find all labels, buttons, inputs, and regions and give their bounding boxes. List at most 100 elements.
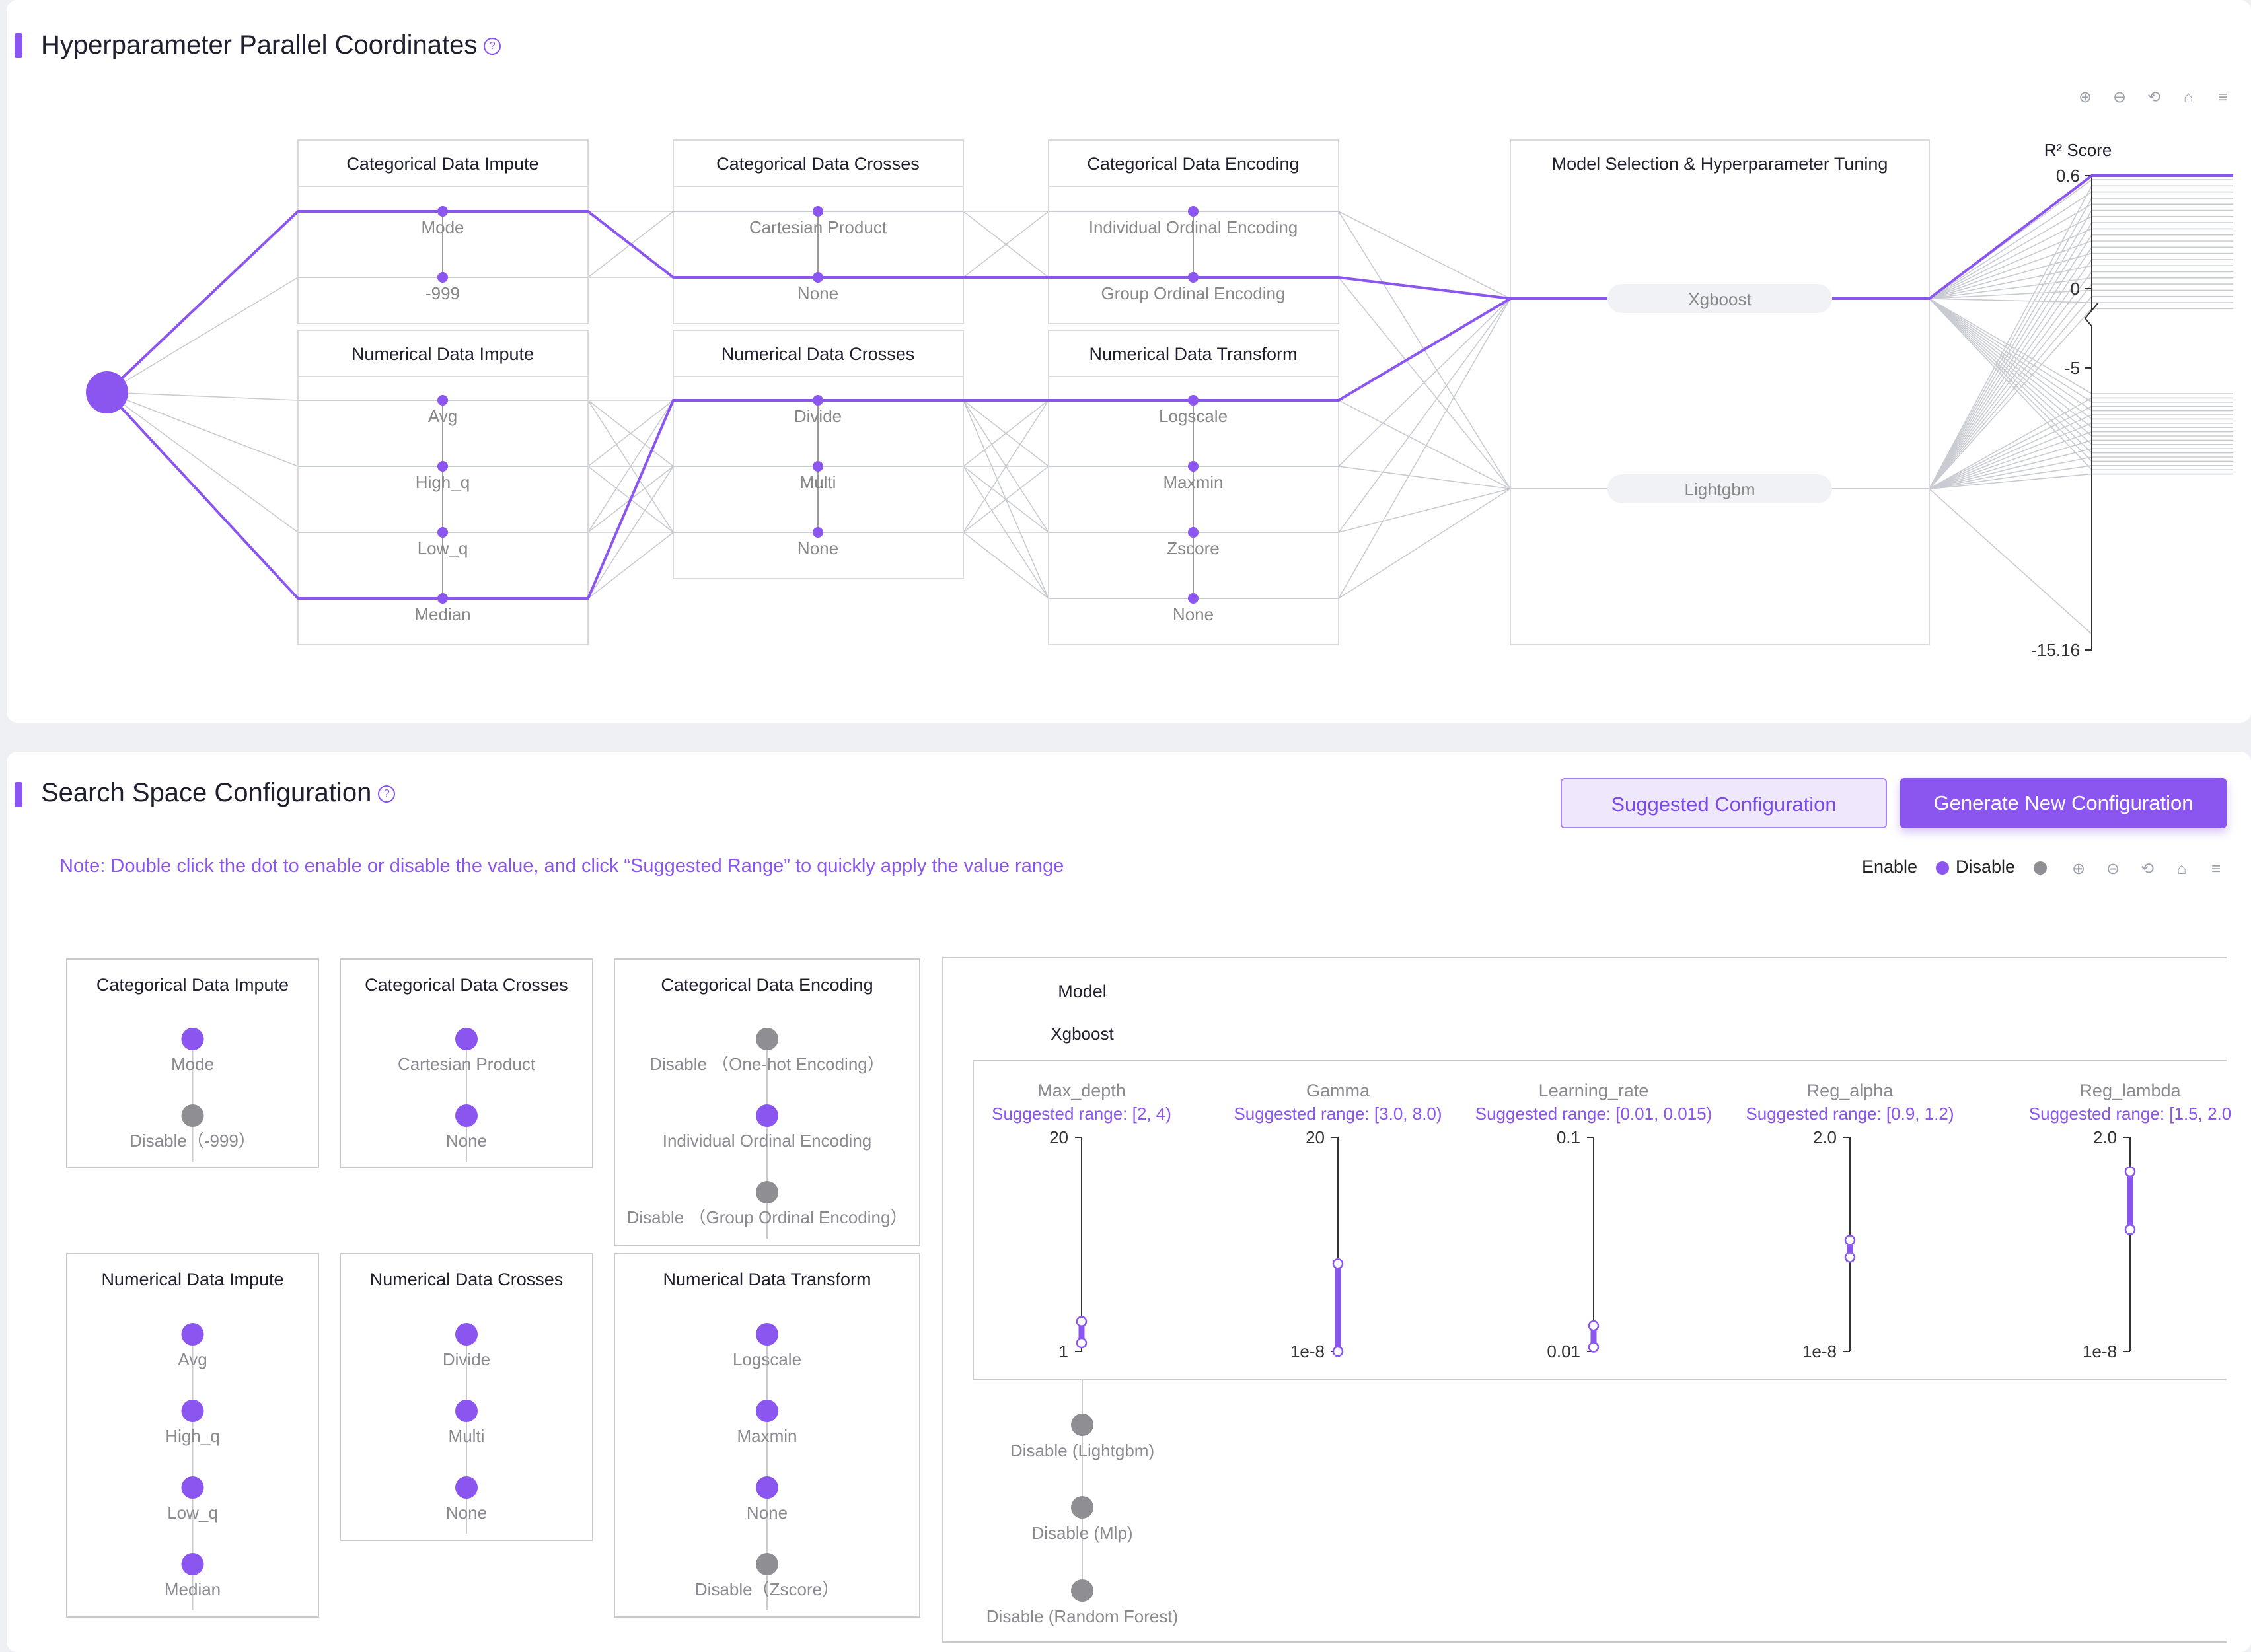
axis-value-label: Logscale xyxy=(1159,406,1228,426)
axis-value-dot[interactable] xyxy=(1188,395,1199,406)
enabled-value-dot[interactable] xyxy=(181,1553,204,1575)
disabled-model-label: Disable (Mlp) xyxy=(1031,1523,1132,1543)
score-line xyxy=(1929,216,2092,299)
config-box: Numerical Data Impute Avg High_q Low_q Media… xyxy=(66,1253,319,1618)
axis-value-dot[interactable] xyxy=(813,461,823,472)
score-axis-title: R² Score xyxy=(2044,140,2112,160)
connection-line xyxy=(1338,466,1511,489)
zoom-in-icon[interactable]: ⊕ xyxy=(2069,860,2088,879)
config-value-label: None xyxy=(446,1131,487,1151)
axis-title: Numerical Data Impute xyxy=(351,344,534,364)
enabled-value-dot[interactable] xyxy=(455,1028,478,1050)
start-node[interactable] xyxy=(86,371,128,413)
axis-value-dot[interactable] xyxy=(813,206,823,217)
connection-line xyxy=(1338,488,1511,533)
axis-value-dot[interactable] xyxy=(813,527,823,538)
axis-value-dot[interactable] xyxy=(437,593,448,604)
enable-dot-icon xyxy=(1935,861,1949,875)
score-line xyxy=(1929,488,2092,635)
enabled-value-dot[interactable] xyxy=(756,1476,778,1499)
menu-icon[interactable]: ≡ xyxy=(2207,860,2225,879)
axis-value-dot[interactable] xyxy=(437,272,448,283)
enabled-value-dot[interactable] xyxy=(455,1323,478,1346)
config-value-label: High_q xyxy=(165,1426,219,1446)
enabled-value-dot[interactable] xyxy=(181,1476,204,1499)
config-box-title: Numerical Data Crosses xyxy=(370,1270,564,1289)
suggested-configuration-button[interactable]: Suggested Configuration xyxy=(1561,778,1887,828)
enabled-value-dot[interactable] xyxy=(181,1028,204,1050)
zoom-out-icon[interactable]: ⊖ xyxy=(2104,860,2122,879)
axis-title: Model Selection & Hyperparameter Tuning xyxy=(1552,154,1888,174)
restore-icon[interactable]: ⟲ xyxy=(2138,860,2157,879)
axis-value-dot[interactable] xyxy=(1188,527,1199,538)
enabled-value-dot[interactable] xyxy=(455,1476,478,1499)
range-handle-bottom[interactable] xyxy=(1588,1342,1600,1353)
legend-enable: Enable xyxy=(1862,857,1949,877)
help-icon[interactable]: ? xyxy=(378,785,396,803)
score-tick-label: 0 xyxy=(2071,279,2080,299)
config-value-label: Individual Ordinal Encoding xyxy=(663,1131,872,1151)
axis-value-label: -999 xyxy=(425,283,460,303)
param-min-label: 1e-8 xyxy=(2083,1342,2117,1361)
axis-value-label: Individual Ordinal Encoding xyxy=(1089,217,1298,237)
config-value-label: Disable（-999） xyxy=(129,1131,256,1151)
model-title: Model xyxy=(1058,982,1107,1001)
param-axis: Max_depth Suggested range: [2, 4) 20 1 xyxy=(992,1081,1171,1361)
enabled-value-dot[interactable] xyxy=(455,1400,478,1422)
axis-value-dot[interactable] xyxy=(813,272,823,283)
param-axis: Gamma Suggested range: [3.0, 8.0) 20 1e-8 xyxy=(1234,1081,1442,1361)
enabled-value-dot[interactable] xyxy=(756,1323,778,1346)
axis-value-dot[interactable] xyxy=(1188,461,1199,472)
axis-value-dot[interactable] xyxy=(813,395,823,406)
axis-value-dot[interactable] xyxy=(437,461,448,472)
axis-value-dot[interactable] xyxy=(1188,593,1199,604)
param-max-label: 2.0 xyxy=(2093,1128,2117,1147)
enabled-value-dot[interactable] xyxy=(181,1400,204,1422)
enabled-value-dot[interactable] xyxy=(455,1104,478,1127)
axis-value-dot[interactable] xyxy=(1188,206,1199,217)
disabled-value-dot[interactable] xyxy=(756,1028,778,1050)
connection-line xyxy=(1338,400,1511,489)
disabled-value-dot[interactable] xyxy=(756,1181,778,1203)
range-handle-bottom[interactable] xyxy=(1076,1337,1088,1349)
axis-value-label: Median xyxy=(414,604,470,624)
enabled-value-dot[interactable] xyxy=(181,1323,204,1346)
range-handle-bottom[interactable] xyxy=(1332,1346,1344,1357)
config-box-title: Categorical Data Impute xyxy=(96,975,289,995)
range-handle-top[interactable] xyxy=(2124,1166,2136,1178)
config-value-label: Maxmin xyxy=(737,1426,797,1446)
axis-value-dot[interactable] xyxy=(437,527,448,538)
axis-value-dot[interactable] xyxy=(437,395,448,406)
range-handle-bottom[interactable] xyxy=(2124,1224,2136,1235)
score-tick-label: -5 xyxy=(2065,358,2080,378)
enabled-value-dot[interactable] xyxy=(756,1104,778,1127)
range-handle-top[interactable] xyxy=(1332,1258,1344,1270)
disabled-model-dot[interactable] xyxy=(1071,1414,1093,1436)
home-icon[interactable]: ⌂ xyxy=(2172,860,2191,879)
disabled-model-dot[interactable] xyxy=(1071,1496,1093,1519)
score-tick-label: -15.16 xyxy=(2031,640,2080,660)
param-axis: Reg_lambda Suggested range: [1.5, 2.0 2.0 1… xyxy=(2029,1081,2231,1361)
axis-value-dot[interactable] xyxy=(1188,272,1199,283)
suggested-range-link: Suggested range: [0.01, 0.015) xyxy=(1475,1104,1713,1124)
legend-disable-label: Disable xyxy=(1956,857,2016,877)
range-handle-top[interactable] xyxy=(1076,1316,1088,1327)
disabled-value-dot[interactable] xyxy=(181,1104,204,1127)
generate-configuration-button[interactable]: Generate New Configuration xyxy=(1900,778,2227,828)
disabled-model-label: Disable (Lightgbm) xyxy=(1010,1441,1154,1460)
model-config: Model Xgboost Max_depth Suggested range: [2… xyxy=(942,957,2231,1643)
enabled-value-dot[interactable] xyxy=(756,1400,778,1422)
config-value-label: None xyxy=(446,1503,487,1523)
disabled-model-dot[interactable] xyxy=(1071,1579,1093,1602)
axis-value-label: Lightgbm xyxy=(1685,480,1755,499)
axis-value-label: Avg xyxy=(428,406,457,426)
score-line xyxy=(1929,240,2092,299)
axis-value-dot[interactable] xyxy=(437,206,448,217)
axis-value-label: Mode xyxy=(421,217,464,237)
range-handle-top[interactable] xyxy=(1588,1320,1600,1332)
search-space-chart: Categorical Data Impute Mode Disable（-999）… xyxy=(66,957,2231,1643)
config-value-label: Avg xyxy=(178,1349,207,1369)
disabled-value-dot[interactable] xyxy=(756,1553,778,1575)
range-handle-top[interactable] xyxy=(1844,1235,1856,1246)
range-handle-bottom[interactable] xyxy=(1844,1252,1856,1263)
